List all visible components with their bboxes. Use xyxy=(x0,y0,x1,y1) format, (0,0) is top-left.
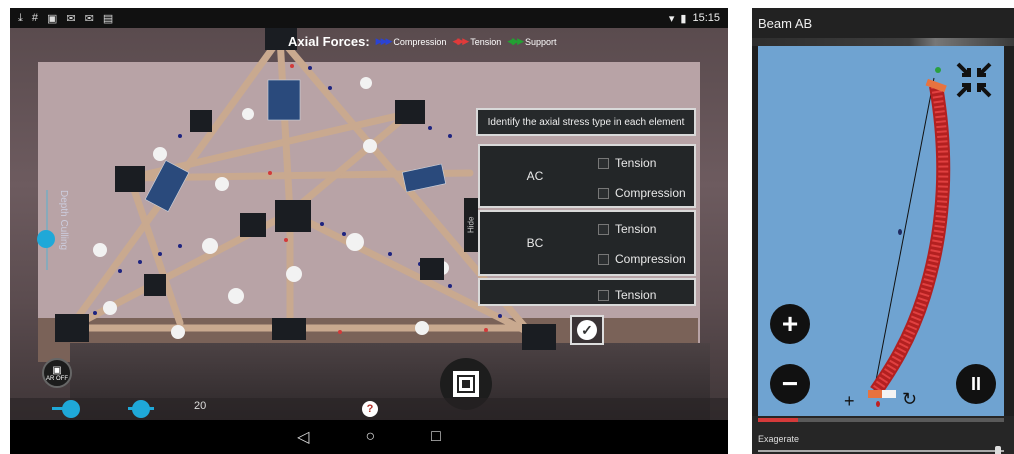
download-icon: ⤓ xyxy=(18,11,23,24)
status-time: 15:15 xyxy=(692,12,720,24)
legend-item-compression: ▶▶▶ Compression xyxy=(375,36,447,47)
question-prompt: Identify the axial stress type in each e… xyxy=(476,108,696,136)
legend-title: Axial Forces: xyxy=(288,34,370,49)
checkbox[interactable] xyxy=(598,157,609,169)
status-bar: ⤓ # ▣ ✉ ✉ ▤ ▾ ▮ 15:15 xyxy=(10,8,728,28)
page-title: Beam AB xyxy=(752,8,1014,38)
android-nav-bar: ◁ ○ □ xyxy=(10,420,728,454)
bottom-controls: 20 ? xyxy=(10,398,728,420)
slider-knob[interactable] xyxy=(37,230,55,248)
checkbox[interactable] xyxy=(598,289,609,301)
ar-off-button[interactable]: ▣ AR OFF xyxy=(42,358,72,388)
checkbox[interactable] xyxy=(598,253,609,265)
pause-button[interactable]: II xyxy=(956,364,996,404)
checkbox[interactable] xyxy=(598,187,609,199)
exaggerate-controls: Exagerate xyxy=(752,416,1014,454)
option-compression[interactable]: Compression xyxy=(598,186,686,200)
option-tension[interactable]: Tension xyxy=(598,156,656,170)
ar-icon: ▣ xyxy=(52,364,62,376)
title-strip xyxy=(752,38,1014,46)
option-compression[interactable]: Compression xyxy=(598,252,686,266)
home-button[interactable]: ○ xyxy=(365,428,375,446)
zoom-in-button[interactable]: + xyxy=(770,304,810,344)
hide-panel-button[interactable]: Hide xyxy=(464,198,478,252)
mail-icon: ✉ xyxy=(66,12,76,25)
collapse-arrows-icon xyxy=(956,62,992,98)
check-icon: ✓ xyxy=(577,320,597,340)
axial-forces-legend: Axial Forces: ▶▶▶ Compression ◀▶▶ Tensio… xyxy=(288,34,557,49)
exaggerate-slider-knob[interactable] xyxy=(995,446,1001,454)
option-tension[interactable]: Tension xyxy=(598,288,656,302)
element-name: AC xyxy=(526,169,544,183)
support-arrows-icon: ◀▶▶ xyxy=(507,36,524,46)
exaggerate-label: Exagerate xyxy=(758,434,800,444)
element-card-bc: BC Tension Compression xyxy=(478,210,696,276)
help-button[interactable]: ? xyxy=(362,401,378,417)
legend-item-tension: ◀▶▶ Tension xyxy=(452,36,502,47)
element-name: BC xyxy=(526,236,544,250)
beam-phone-screen: Beam AB + − II + ↻ Exagerate xyxy=(752,8,1014,454)
depth-culling-slider[interactable]: Depth Culling xyxy=(36,190,69,270)
move-icon[interactable]: + xyxy=(844,392,855,410)
wifi-icon: ▾ xyxy=(668,12,675,25)
briefcase-icon: ▤ xyxy=(102,12,114,25)
option-tension[interactable]: Tension xyxy=(598,222,656,236)
slider-value: 20 xyxy=(194,400,207,412)
tension-arrows-icon: ◀▶▶ xyxy=(452,36,469,46)
compression-arrows-icon: ▶▶▶ xyxy=(375,36,393,46)
submit-check-button[interactable]: ✓ xyxy=(570,315,604,345)
checkbox[interactable] xyxy=(598,223,609,235)
depth-culling-label: Depth Culling xyxy=(58,190,69,251)
gallery-icon: ▣ xyxy=(47,12,58,25)
element-card-ac: AC Tension Compression xyxy=(478,144,696,208)
battery-icon: ▮ xyxy=(680,12,687,25)
ar-off-label: AR OFF xyxy=(46,375,68,382)
beam-canvas[interactable]: + − II + ↻ xyxy=(758,46,1004,416)
fullscreen-icon[interactable] xyxy=(954,60,994,100)
marker-pattern-icon xyxy=(453,371,479,397)
mail-icon: ✉ xyxy=(84,12,94,25)
ar-tablet-screen: ⤓ # ▣ ✉ ✉ ▤ ▾ ▮ 15:15 Axial Forces: ▶▶▶ … xyxy=(10,8,728,454)
beam-drawing xyxy=(868,67,951,407)
progress-fill xyxy=(758,418,798,422)
slider-knob[interactable] xyxy=(132,400,150,418)
rotate-icon[interactable]: ↻ xyxy=(902,390,917,408)
progress-bar xyxy=(758,418,1004,422)
hash-icon: # xyxy=(31,12,38,24)
element-card-partial: Tension xyxy=(478,278,696,306)
zoom-out-button[interactable]: − xyxy=(770,364,810,404)
recents-button[interactable]: □ xyxy=(431,428,441,446)
back-button[interactable]: ◁ xyxy=(297,427,309,447)
slider-knob[interactable] xyxy=(62,400,80,418)
legend-item-support: ◀▶▶ Support xyxy=(507,36,557,47)
exaggerate-slider-track[interactable] xyxy=(758,450,1004,452)
